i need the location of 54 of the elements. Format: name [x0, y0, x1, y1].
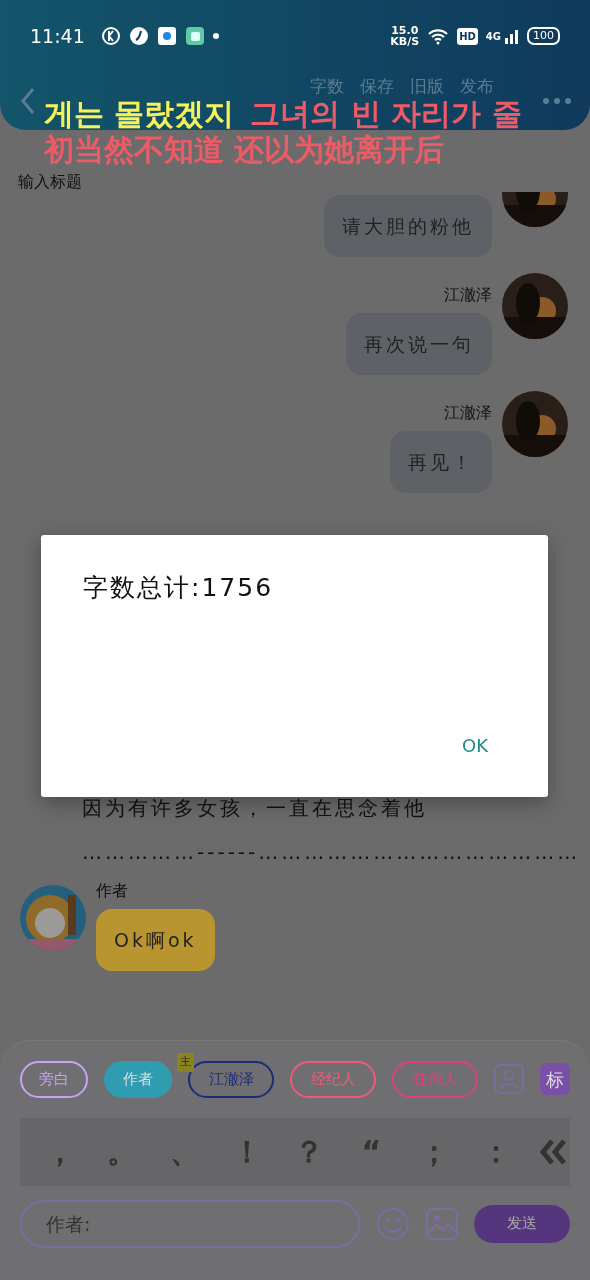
- app-icon: [156, 26, 177, 46]
- message-bubble: Ok啊ok: [96, 909, 215, 971]
- dialog-message: 字数总计:1756: [83, 572, 275, 604]
- image-icon[interactable]: [426, 1207, 458, 1240]
- narration-text: ……………------……………………………………: [81, 839, 581, 866]
- battery: 100: [527, 27, 560, 45]
- sender-name: 江澈泽: [444, 285, 492, 305]
- role-chip[interactable]: 旁白: [20, 1061, 88, 1098]
- punctuation-key[interactable]: ，: [42, 1129, 78, 1174]
- sender-name: 作者: [96, 881, 128, 901]
- narration-text: 因为有许多女孩，一直在思念着他: [81, 795, 427, 822]
- punctuation-key[interactable]: ！: [228, 1129, 265, 1174]
- punctuation-key[interactable]: ：: [477, 1129, 514, 1174]
- sender-name: 江澈泽: [444, 403, 492, 423]
- punctuation-key[interactable]: 。: [104, 1129, 141, 1174]
- hd-badge: HD: [457, 27, 478, 45]
- notification-dot-icon: [212, 33, 219, 39]
- menu-item[interactable]: 保存: [360, 76, 394, 96]
- main-badge: 主: [177, 1053, 194, 1072]
- punctuation-key[interactable]: “: [353, 1129, 390, 1174]
- punctuation-key[interactable]: ；: [415, 1129, 452, 1174]
- person-icon[interactable]: [494, 1063, 524, 1096]
- message-bubble: 再次说一句: [346, 313, 492, 375]
- wifi-icon: [427, 27, 450, 45]
- menu-item[interactable]: 旧版: [410, 76, 444, 96]
- message-input[interactable]: 作者:: [20, 1199, 360, 1248]
- tag-button[interactable]: 标: [540, 1063, 570, 1096]
- back-icon[interactable]: [20, 87, 36, 115]
- clock: 11:41: [30, 23, 85, 49]
- menu-item[interactable]: 字数: [310, 76, 344, 96]
- punctuation-key[interactable]: ？: [291, 1129, 327, 1174]
- emoji-icon[interactable]: [376, 1206, 410, 1241]
- title-field[interactable]: 输入标题: [18, 172, 108, 192]
- app-icon: [100, 26, 121, 46]
- app-icon: [128, 26, 149, 46]
- signal-icon: [505, 28, 519, 44]
- message-bubble: 请大胆的粉他: [324, 195, 492, 257]
- punctuation-key[interactable]: 、: [166, 1129, 203, 1174]
- lyric-text: 그녀의 빈 자리가 줄: [250, 96, 522, 132]
- double-chevron-icon[interactable]: [540, 1137, 566, 1166]
- role-chip[interactable]: 任何人: [392, 1061, 478, 1098]
- message-bubble: 再见！: [390, 431, 492, 493]
- lyric-text: 게는 몰랐겠지: [44, 96, 235, 132]
- ok-button[interactable]: OK: [462, 732, 488, 759]
- lyric-text: 初当然不知道 还以为她离开后: [44, 132, 445, 168]
- app-icon: [184, 26, 205, 46]
- network-speed: 15.0: [390, 25, 420, 36]
- role-chip[interactable]: 作者: [104, 1061, 172, 1098]
- speed-unit: KB/S: [390, 36, 420, 47]
- menu-item[interactable]: 发布: [460, 76, 494, 96]
- more-icon[interactable]: [542, 97, 572, 105]
- network-type: 4G: [485, 30, 501, 44]
- send-button[interactable]: 发送: [474, 1204, 570, 1243]
- role-chip[interactable]: 经纪人: [290, 1061, 376, 1098]
